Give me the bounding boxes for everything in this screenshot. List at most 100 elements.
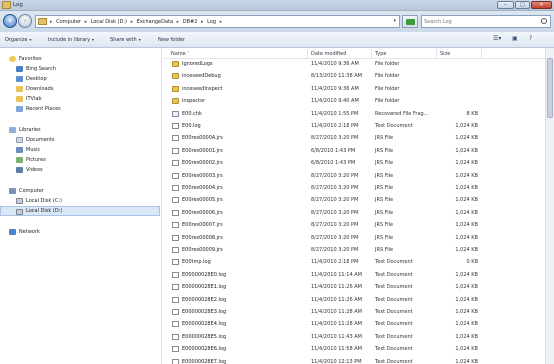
- table-row[interactable]: E00res00002.jrs 6/8/2010 1:43 PM JRS File 1…: [163, 158, 554, 168]
- sidebar-label: Bing Search: [26, 66, 56, 72]
- file-type: Text Document: [375, 309, 413, 315]
- sidebar-item-downloads[interactable]: Downloads: [0, 84, 160, 94]
- file-size: 1,024 KB: [455, 309, 478, 315]
- table-row[interactable]: E00res00007.jrs 8/27/2010 3:20 PM JRS File…: [163, 220, 554, 230]
- table-row[interactable]: E00tmp.log 11/4/2010 2:18 PM Text Document…: [163, 257, 554, 267]
- breadcrumb-separator[interactable]: ▸: [220, 19, 223, 25]
- chevron-down-icon[interactable]: ▾: [393, 18, 396, 24]
- table-row[interactable]: E00000028E0.log 11/4/2010 11:14 AM Text Do…: [163, 270, 554, 280]
- table-row[interactable]: E00res00009.jrs 8/27/2010 3:20 PM JRS File…: [163, 245, 554, 255]
- sidebar-item-local-disk-c[interactable]: Local Disk (C:): [0, 196, 160, 206]
- include-in-library-button[interactable]: Include in library ▾: [48, 37, 94, 43]
- help-icon[interactable]: ?: [529, 35, 532, 45]
- refresh-button[interactable]: [402, 15, 418, 28]
- file-size: 1,024 KB: [455, 296, 478, 303]
- breadcrumb-computer[interactable]: Computer: [56, 19, 81, 25]
- system-file-icon: [172, 110, 179, 117]
- address-bar[interactable]: ▸ Computer ▸ Local Disk (D:) ▸ ExchangeD…: [35, 15, 400, 28]
- libraries-icon: [9, 127, 16, 133]
- column-header-type[interactable]: Type: [375, 51, 386, 57]
- maximize-button[interactable]: □: [515, 1, 530, 9]
- sidebar-item-desktop[interactable]: Desktop: [0, 74, 160, 84]
- column-divider[interactable]: [371, 49, 372, 58]
- table-row[interactable]: inceseedInspect 11/4/2010 9:36 AM File fol…: [163, 84, 554, 94]
- table-row[interactable]: inceseedDebug 8/13/2010 11:38 AM File fold…: [163, 71, 554, 81]
- new-folder-button[interactable]: New folder: [158, 37, 185, 43]
- file-name: E00res00007.jrs: [182, 222, 223, 229]
- share-with-button[interactable]: Share with ▾: [110, 37, 141, 43]
- file-type: Text Document: [375, 296, 413, 303]
- file-list: Name ˄ Date modified Type Size IgnoredLo…: [163, 48, 554, 364]
- breadcrumb-log[interactable]: Log: [207, 19, 216, 25]
- file-icon: [172, 135, 179, 142]
- breadcrumb-db2[interactable]: DB#2: [183, 19, 198, 25]
- breadcrumb-separator[interactable]: ▸: [177, 19, 180, 25]
- sidebar-item-bing-search[interactable]: Bing Search: [0, 64, 160, 74]
- sidebar-libraries[interactable]: Libraries: [0, 125, 160, 135]
- minimize-button[interactable]: –: [497, 1, 514, 9]
- breadcrumb-separator[interactable]: ▸: [50, 19, 53, 25]
- breadcrumb[interactable]: ▸ Computer ▸ Local Disk (D:) ▸ ExchangeD…: [50, 19, 224, 25]
- file-type: JRS File: [375, 247, 394, 253]
- column-header-date[interactable]: Date modified: [311, 51, 346, 57]
- forward-button[interactable]: ›: [18, 14, 32, 28]
- file-size: 1,024 KB: [455, 147, 478, 154]
- column-divider[interactable]: [481, 49, 482, 58]
- file-icon: [172, 321, 179, 328]
- view-options-icon[interactable]: ☰▾: [493, 35, 501, 45]
- chevron-down-icon: ▾: [29, 37, 32, 42]
- search-icon: [16, 66, 23, 72]
- table-row[interactable]: inspector 11/4/2010 9:40 AM File folder: [163, 96, 554, 106]
- sidebar-item-local-disk-d[interactable]: Local Disk (D:): [0, 206, 160, 216]
- sidebar-favorites[interactable]: Favorites: [0, 54, 160, 64]
- breadcrumb-separator[interactable]: ▸: [131, 19, 134, 25]
- table-row[interactable]: E00000028E1.log 11/4/2010 11:26 AM Text Do…: [163, 282, 554, 292]
- table-row[interactable]: E00res00003.jrs 8/27/2010 3:20 PM JRS File…: [163, 171, 554, 181]
- preview-pane-icon[interactable]: ▣: [512, 35, 518, 45]
- file-icon: [172, 123, 179, 129]
- table-row[interactable]: E00res00001.jrs 6/8/2010 1:43 PM JRS File 1…: [163, 146, 554, 156]
- vertical-scrollbar[interactable]: [545, 48, 554, 364]
- search-icon[interactable]: [541, 18, 547, 24]
- sidebar-computer[interactable]: Computer: [0, 186, 160, 196]
- back-button[interactable]: ‹: [3, 14, 17, 28]
- sidebar-item-itvlab[interactable]: ITVlab: [0, 94, 160, 104]
- column-divider[interactable]: [307, 49, 308, 58]
- table-row[interactable]: IgnoredLogs 11/4/2010 9:36 AM File folder: [163, 59, 554, 69]
- breadcrumb-exchangedata[interactable]: ExchangeData: [137, 19, 173, 25]
- table-row[interactable]: E00000028E4.log 11/4/2010 11:28 AM Text Do…: [163, 319, 554, 329]
- table-row[interactable]: E00res0000A.jrs 8/27/2010 3:20 PM JRS File…: [163, 133, 554, 143]
- close-button[interactable]: ✕: [531, 1, 552, 9]
- breadcrumb-local-disk-d[interactable]: Local Disk (D:): [91, 19, 127, 25]
- sidebar-network[interactable]: Network: [0, 227, 160, 237]
- search-box[interactable]: [421, 15, 551, 28]
- table-row[interactable]: E00.log 11/4/2010 2:18 PM Text Document 1,0…: [163, 121, 554, 131]
- sidebar-item-documents[interactable]: Documents: [0, 135, 160, 145]
- table-row[interactable]: E00000028E6.log 11/4/2010 11:58 AM Text Do…: [163, 344, 554, 354]
- sidebar-item-pictures[interactable]: Pictures: [0, 155, 160, 165]
- column-divider[interactable]: [436, 49, 437, 58]
- table-row[interactable]: E00res00005.jrs 8/27/2010 3:20 PM JRS File…: [163, 195, 554, 205]
- sidebar-item-music[interactable]: Music: [0, 145, 160, 155]
- column-header-name[interactable]: Name ˄: [171, 51, 189, 57]
- sidebar-item-recent-places[interactable]: Recent Places: [0, 104, 160, 114]
- table-row[interactable]: E00000028E5.log 11/4/2010 11:43 AM Text Do…: [163, 332, 554, 342]
- table-row[interactable]: E00res00008.jrs 8/27/2010 3:20 PM JRS File…: [163, 233, 554, 243]
- file-date: 11/4/2010 2:18 PM: [311, 259, 359, 266]
- file-size: 1,024 KB: [455, 209, 478, 216]
- breadcrumb-separator[interactable]: ▸: [201, 19, 204, 25]
- file-name: E00000028E0.log: [182, 271, 227, 278]
- breadcrumb-separator[interactable]: ▸: [85, 19, 88, 25]
- scrollbar-thumb[interactable]: [547, 58, 553, 118]
- search-input[interactable]: [424, 17, 534, 27]
- sidebar-item-videos[interactable]: Videos: [0, 165, 160, 175]
- column-header-size[interactable]: Size: [440, 51, 450, 57]
- table-row[interactable]: E00000028E2.log 11/4/2010 11:26 AM Text Do…: [163, 295, 554, 305]
- organize-button[interactable]: Organize ▾: [5, 37, 31, 43]
- table-row[interactable]: E00000028E7.log 11/4/2010 12:13 PM Text Do…: [163, 357, 554, 364]
- file-name: E00.log: [182, 123, 201, 129]
- table-row[interactable]: E00.chk 11/4/2010 1:55 PM Recovered File F…: [163, 109, 554, 119]
- table-row[interactable]: E00000028E3.log 11/4/2010 11:28 AM Text Do…: [163, 307, 554, 317]
- table-row[interactable]: E00res00004.jrs 8/27/2010 3:20 PM JRS File…: [163, 183, 554, 193]
- table-row[interactable]: E00res00006.jrs 8/27/2010 3:20 PM JRS File…: [163, 208, 554, 218]
